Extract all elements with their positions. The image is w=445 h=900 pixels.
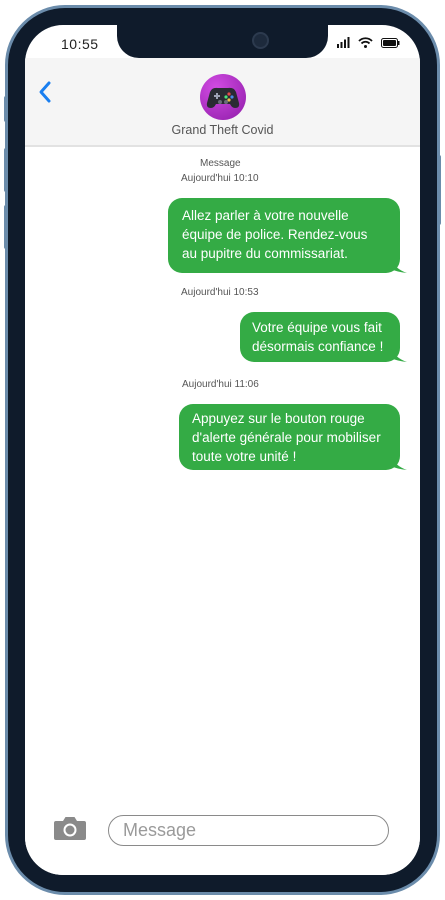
message-input[interactable] [108,815,389,846]
battery-icon [381,37,400,48]
message-bubble[interactable]: Votre équipe vous fait désormais confian… [240,312,400,362]
message-bubble[interactable]: Appuyez sur le bouton rouge d'alerte gén… [179,404,400,470]
composer-bar [25,805,420,875]
message-bubble[interactable]: Allez parler à votre nouvelle équipe de … [168,198,400,273]
contact-name[interactable]: Grand Theft Covid [25,123,420,137]
wifi-icon [358,37,373,48]
conversation-label: Message [200,158,241,169]
screen: 10:55 Grand Theft Covid Message Aujourd'… [25,25,420,875]
bubble-tail [391,259,407,273]
gamepad-icon [206,87,240,108]
side-button [437,155,441,225]
signal-icon [337,37,350,48]
timestamp: Aujourd'hui 10:10 [181,173,259,184]
conversation-header: Grand Theft Covid [25,58,420,147]
side-button [4,205,8,249]
status-icons [337,37,400,48]
timestamp: Aujourd'hui 11:06 [182,379,259,390]
side-button [4,96,8,122]
front-camera-icon [252,32,269,49]
status-time: 10:55 [61,36,99,52]
avatar[interactable] [200,74,246,120]
camera-icon[interactable] [53,815,87,841]
timestamp: Aujourd'hui 10:53 [181,287,259,298]
notch [117,25,328,58]
bubble-tail [391,456,407,470]
side-button [4,148,8,192]
bubble-tail [391,348,407,362]
chevron-left-icon[interactable] [37,80,53,104]
